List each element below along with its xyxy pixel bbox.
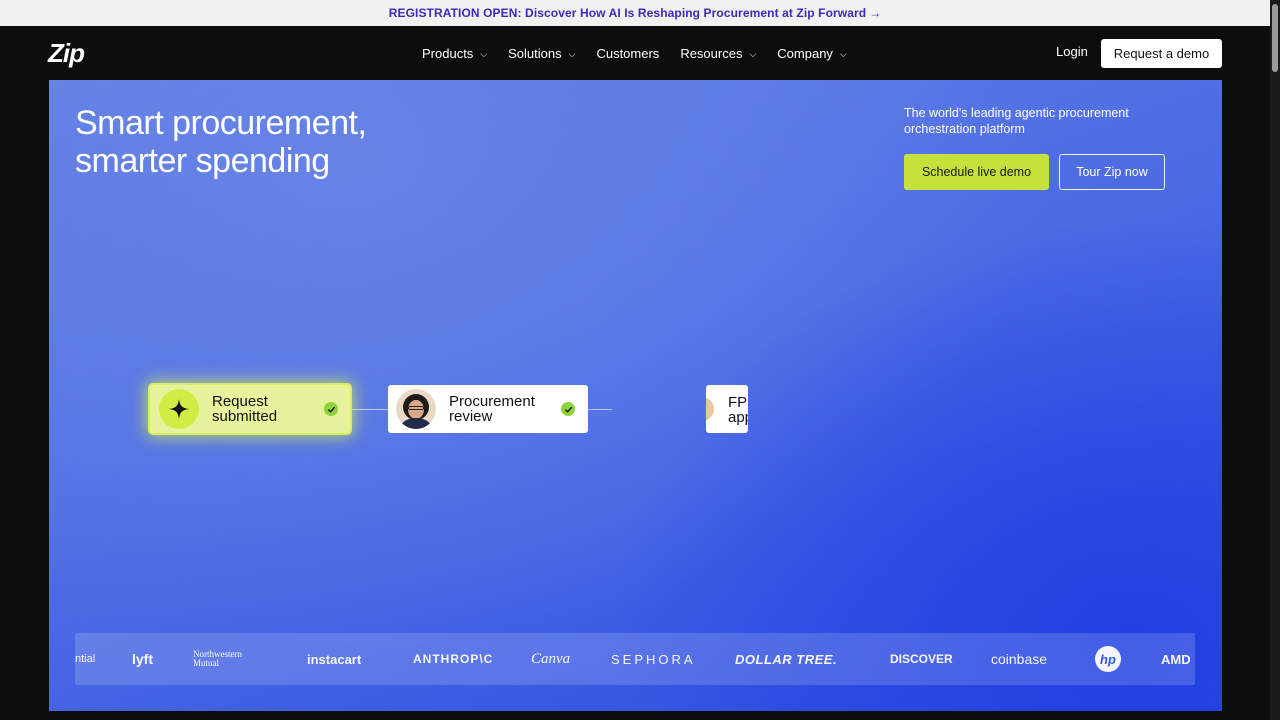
workflow-step-request-submitted: Request submitted xyxy=(150,385,350,433)
step-label: Request submitted xyxy=(212,394,277,424)
logo-hp: hp xyxy=(1095,633,1121,685)
nav-resources-label: Resources xyxy=(680,45,743,61)
logo-sephora: SEPHORA xyxy=(611,651,696,667)
logo-amd: AMD xyxy=(1161,651,1191,667)
logo-prudential: ntial xyxy=(75,653,96,665)
logo-canva: Canva xyxy=(531,650,571,667)
chevron-down-icon: ⌵ xyxy=(749,48,757,59)
chevron-down-icon: ⌵ xyxy=(568,48,576,59)
schedule-live-demo-button[interactable]: Schedule live demo xyxy=(904,154,1049,190)
nav-resources[interactable]: Resources ⌵ xyxy=(680,46,756,61)
banner-text[interactable]: REGISTRATION OPEN: Discover How AI Is Re… xyxy=(389,6,866,20)
workflow-connector xyxy=(350,409,388,410)
logo-dollar-tree: DOLLAR TREE. xyxy=(735,651,838,667)
avatar xyxy=(396,389,436,429)
tour-zip-button[interactable]: Tour Zip now xyxy=(1059,154,1165,190)
logo-lyft: lyft xyxy=(132,651,153,667)
logo-discover: DISCOVER xyxy=(890,652,953,666)
logo-northwestern-mutual: Northwestern Mutual xyxy=(193,633,242,685)
nav-customers-label: Customers xyxy=(596,45,660,61)
zip-logo[interactable]: Zip xyxy=(48,38,85,69)
logo-coinbase: coinbase xyxy=(991,651,1048,667)
checkmark-icon xyxy=(324,402,338,416)
logo-anthropic: ANTHROP\C xyxy=(413,652,494,666)
nav-company[interactable]: Company ⌵ xyxy=(777,46,846,61)
step-label-line-2: review xyxy=(449,408,493,425)
page-scrollbar[interactable] xyxy=(1270,0,1280,720)
hp-logo-mark: hp xyxy=(1095,646,1121,672)
nav-company-label: Company xyxy=(777,45,833,61)
nav-customers[interactable]: Customers xyxy=(596,46,659,61)
logo-instacart: instacart xyxy=(307,651,362,667)
chevron-down-icon: ⌵ xyxy=(480,48,488,59)
announcement-banner[interactable]: REGISTRATION OPEN: Discover How AI Is Re… xyxy=(0,0,1270,26)
hero-tagline: The world's leading agentic procurement … xyxy=(904,106,1129,136)
workflow-connector xyxy=(588,409,612,410)
arrow-right-icon: → xyxy=(869,6,882,20)
hero-headline: Smart procurement, smarter spending xyxy=(75,104,435,180)
scrollbar-thumb[interactable] xyxy=(1272,4,1278,72)
step-label-line-2: app xyxy=(728,409,748,426)
step-label-line-2: submitted xyxy=(212,408,278,425)
nav-solutions-label: Solutions xyxy=(508,45,562,61)
step-label: FP app xyxy=(728,395,748,425)
request-demo-button[interactable]: Request a demo xyxy=(1101,39,1222,68)
sparkle-icon xyxy=(159,389,199,429)
chevron-down-icon: ⌵ xyxy=(839,48,847,59)
hero-section: Smart procurement, smarter spending The … xyxy=(49,80,1222,711)
customer-logo-strip: ntial lyft Northwestern Mutual instacart… xyxy=(75,633,1195,685)
nav-products[interactable]: Products ⌵ xyxy=(422,46,487,61)
step-label: Procurement review xyxy=(449,394,535,424)
headline-line-2: smarter spending xyxy=(75,142,330,180)
headline-line-1: Smart procurement, xyxy=(75,104,367,142)
workflow-step-fpa-approval: FP app xyxy=(706,385,748,433)
checkmark-icon xyxy=(561,402,575,416)
workflow-step-procurement-review: Procurement review xyxy=(388,385,588,433)
login-link[interactable]: Login xyxy=(1056,44,1088,59)
avatar xyxy=(706,397,714,421)
main-menu: Products ⌵ Solutions ⌵ Customers Resourc… xyxy=(422,26,868,80)
logo-text: Mutual xyxy=(193,658,219,668)
nav-solutions[interactable]: Solutions ⌵ xyxy=(508,46,575,61)
top-nav: Zip Products ⌵ Solutions ⌵ Customers Res… xyxy=(0,26,1270,80)
nav-products-label: Products xyxy=(422,45,474,61)
